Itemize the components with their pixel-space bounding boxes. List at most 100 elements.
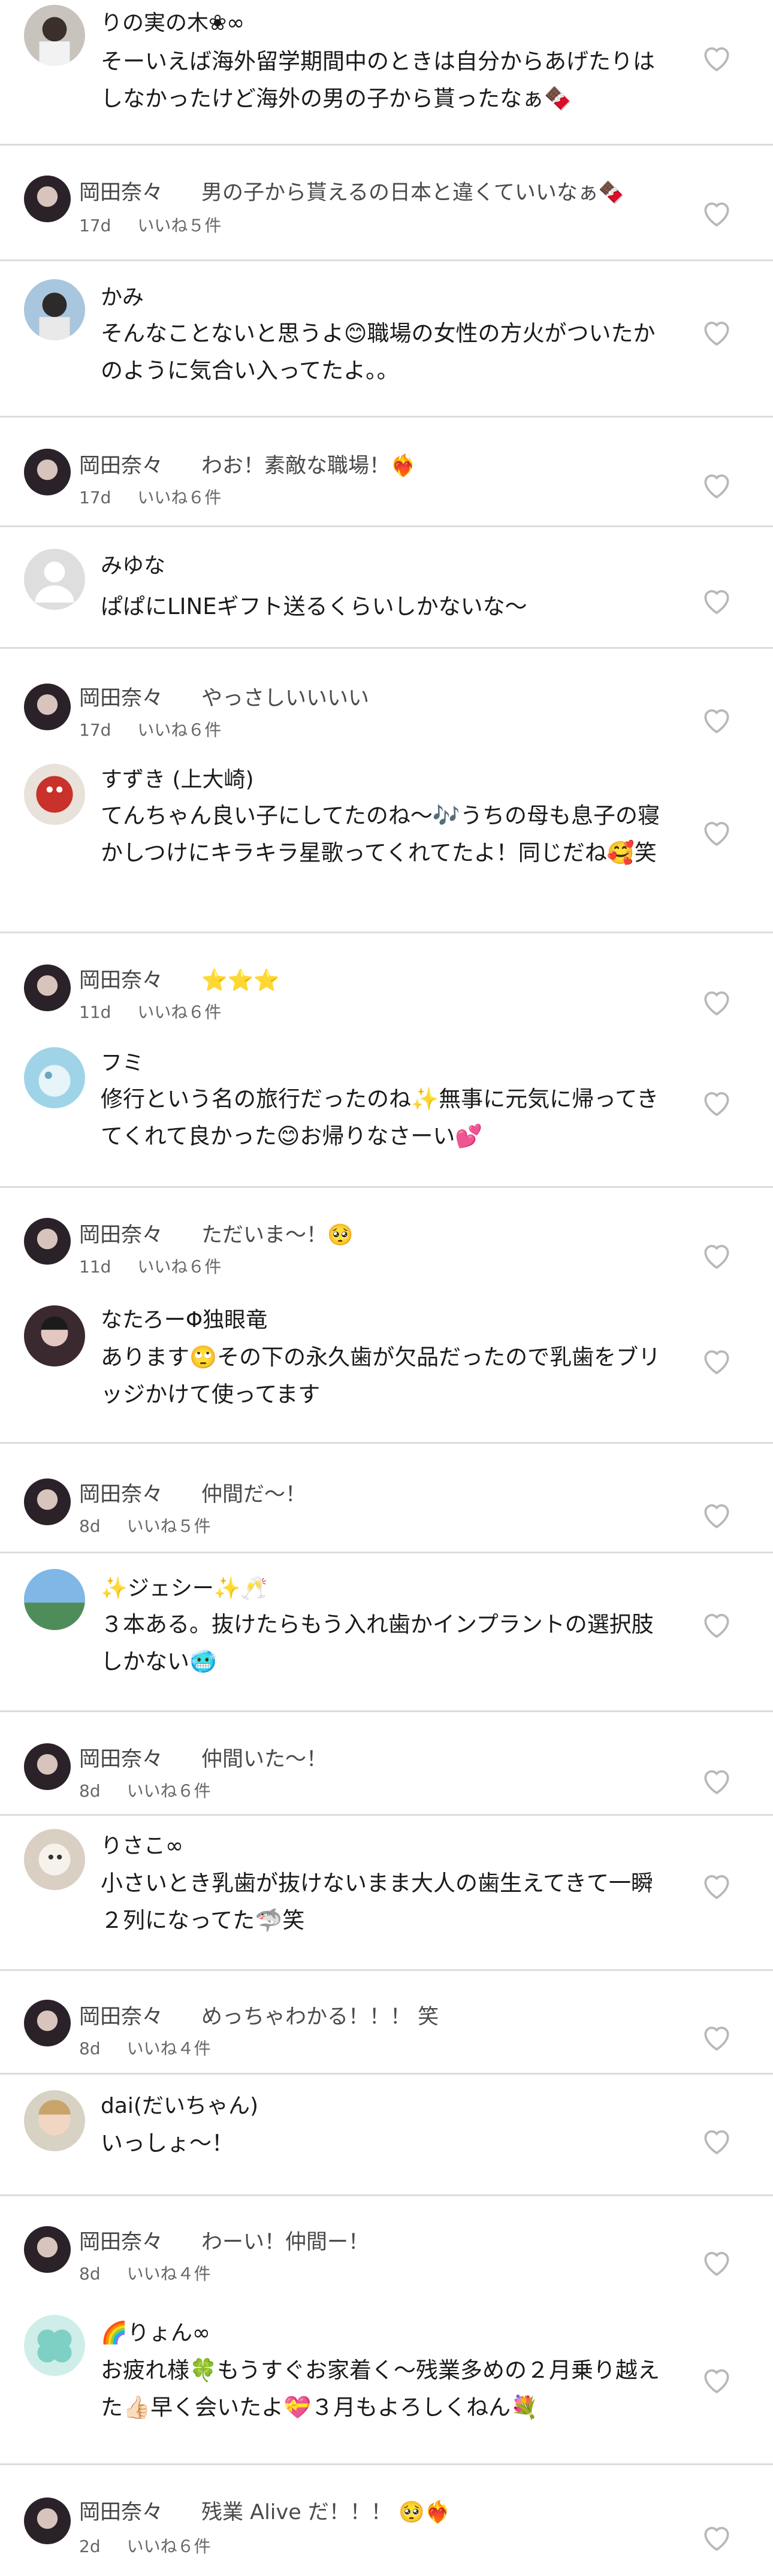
reply-name[interactable]: 岡田奈々 xyxy=(79,967,163,994)
likes-count[interactable]: いいね５件 xyxy=(137,216,221,235)
reply-name[interactable]: 岡田奈々 xyxy=(79,2229,163,2256)
heart-outline-icon[interactable] xyxy=(700,2125,733,2156)
heart-outline-icon[interactable] xyxy=(700,1087,733,1118)
heart-outline-icon[interactable] xyxy=(700,1870,733,1901)
reply-text: 仲間いた～！ xyxy=(201,1747,328,1771)
comment-item: みゆな ぱぱにLINEギフト送るくらいしかないな～ xyxy=(0,527,773,647)
heart-outline-icon[interactable] xyxy=(700,817,733,848)
reply-name[interactable]: 岡田奈々 xyxy=(79,2499,163,2526)
timestamp: 17d xyxy=(79,720,111,740)
reply-item: 岡田奈々 わーい！仲間ー！ 8d いいね４件 xyxy=(0,2196,773,2298)
comment-text: 修行という名の旅行だったのね✨無事に元気に帰ってきてくれて良かった😊お帰りなさー… xyxy=(101,1086,659,1149)
avatar[interactable] xyxy=(24,1047,85,1108)
heart-outline-icon[interactable] xyxy=(700,1499,733,1530)
reply-name[interactable]: 岡田奈々 xyxy=(79,1222,163,1249)
reply-item: 岡田奈々 残業 Alive だ！！！ 🥺❤️‍🔥 2d いいね６件 xyxy=(0,2465,773,2576)
likes-count[interactable]: いいね６件 xyxy=(137,720,221,740)
comment-text: そーいえば海外留学期間中のときは自分からあげたりはしなかったけど海外の男の子から… xyxy=(101,49,655,111)
reply-text: わーい！仲間ー！ xyxy=(201,2230,370,2254)
comment-item: りさこ∞ 小さいとき乳歯が抜けないまま大人の歯生えてきて一瞬２列になってた🦈笑 xyxy=(0,1816,773,1969)
comment-text: お疲れ様🍀もうすぐお家着く～残業多めの２月乗り越えた👍🏻早く会いたよ💝３月もよろ… xyxy=(101,2357,660,2420)
commenter-name[interactable]: ✨ジェシー✨🥂 xyxy=(101,1575,267,1603)
timestamp: 11d xyxy=(79,1257,111,1277)
commenter-name[interactable]: フミ xyxy=(101,1050,144,1077)
likes-count[interactable]: いいね６件 xyxy=(127,1781,211,1801)
avatar[interactable] xyxy=(24,2226,71,2273)
heart-outline-icon[interactable] xyxy=(700,1609,733,1640)
comment-item: ✨ジェシー✨🥂 ３本ある。抜けたらもう入れ歯かインプラントの選択肢しかない🥶 xyxy=(0,1553,773,1710)
heart-outline-icon[interactable] xyxy=(700,1765,733,1796)
commenter-name[interactable]: dai(だいちゃん) xyxy=(101,2093,258,2120)
heart-outline-icon[interactable] xyxy=(700,585,733,616)
reply-meta: 8d いいね４件 xyxy=(79,2263,211,2285)
likes-count[interactable]: いいね６件 xyxy=(137,488,221,507)
commenter-name[interactable]: かみ xyxy=(101,284,144,312)
heart-outline-icon[interactable] xyxy=(700,316,733,347)
reply-name[interactable]: 岡田奈々 xyxy=(79,452,163,480)
commenter-name[interactable]: りの実の木❀∞ xyxy=(101,10,244,37)
timestamp: 17d xyxy=(79,216,111,235)
commenter-name[interactable]: りさこ∞ xyxy=(101,1833,183,1860)
heart-outline-icon[interactable] xyxy=(700,469,733,500)
reply-name[interactable]: 岡田奈々 xyxy=(79,2003,163,2031)
comment-text: そんなことないと思うよ😊職場の女性の方火がついたかのように気合い入ってたよ。。 xyxy=(101,321,656,383)
heart-outline-icon[interactable] xyxy=(700,2021,733,2052)
heart-outline-icon[interactable] xyxy=(700,704,733,735)
avatar[interactable] xyxy=(24,1218,71,1265)
avatar[interactable] xyxy=(24,2000,71,2046)
avatar[interactable] xyxy=(24,1569,85,1630)
heart-outline-icon[interactable] xyxy=(700,986,733,1017)
heart-outline-icon[interactable] xyxy=(700,42,733,73)
reply-name[interactable]: 岡田奈々 xyxy=(79,685,163,712)
heart-outline-icon[interactable] xyxy=(700,2364,733,2395)
likes-count[interactable]: いいね６件 xyxy=(137,1257,221,1277)
heart-outline-icon[interactable] xyxy=(700,197,733,228)
heart-outline-icon[interactable] xyxy=(700,2521,733,2553)
timestamp: 8d xyxy=(79,1781,101,1801)
avatar[interactable] xyxy=(24,684,71,730)
avatar[interactable] xyxy=(24,2498,71,2544)
commenter-name[interactable]: みゆな xyxy=(101,552,165,580)
reply-item: 岡田奈々 仲間だ～！ 8d いいね５件 xyxy=(0,1444,773,1552)
avatar[interactable] xyxy=(24,1829,85,1890)
reply-item: 岡田奈々 やっさしいいいい 17d いいね６件 xyxy=(0,649,773,757)
avatar[interactable] xyxy=(24,1305,85,1366)
avatar[interactable] xyxy=(24,1743,71,1790)
avatar[interactable] xyxy=(24,449,71,495)
comment-item: すずき (上大崎) てんちゃん良い子にしてたのね～🎶うちの母も息子の寝かしつけに… xyxy=(0,757,773,932)
comment-feed: りの実の木❀∞ そーいえば海外留学期間中のときは自分からあげたりはしなかったけど… xyxy=(0,0,773,2576)
reply-name[interactable]: 岡田奈々 xyxy=(79,1746,163,1773)
reply-meta: 11d いいね６件 xyxy=(79,1002,221,1023)
reply-item: 岡田奈々 ⭐⭐⭐ 11d いいね６件 xyxy=(0,933,773,1035)
comment-item: フミ 修行という名の旅行だったのね✨無事に元気に帰ってきてくれて良かった😊お帰り… xyxy=(0,1035,773,1186)
avatar[interactable] xyxy=(24,965,71,1011)
commenter-name[interactable]: なたろーΦ独眼竜 xyxy=(101,1307,267,1334)
avatar[interactable] xyxy=(24,2090,85,2151)
avatar[interactable] xyxy=(24,5,85,66)
reply-meta: 2d いいね６件 xyxy=(79,2536,211,2557)
avatar[interactable] xyxy=(24,176,71,222)
likes-count[interactable]: いいね６件 xyxy=(127,2536,211,2556)
avatar[interactable] xyxy=(24,549,85,610)
commenter-name[interactable]: 🌈りょん∞ xyxy=(101,2320,210,2347)
avatar[interactable] xyxy=(24,764,85,825)
heart-outline-icon[interactable] xyxy=(700,1345,733,1376)
reply-name[interactable]: 岡田奈々 xyxy=(79,1481,163,1508)
reply-meta: 8d いいね４件 xyxy=(79,2038,211,2060)
heart-outline-icon[interactable] xyxy=(700,2247,733,2278)
reply-name[interactable]: 岡田奈々 xyxy=(79,179,163,207)
likes-count[interactable]: いいね６件 xyxy=(137,1002,221,1022)
likes-count[interactable]: いいね４件 xyxy=(127,2039,211,2058)
timestamp: 17d xyxy=(79,488,111,507)
likes-count[interactable]: いいね５件 xyxy=(127,1516,211,1536)
comment-item: 🌈りょん∞ お疲れ様🍀もうすぐお家着く～残業多めの２月乗り越えた👍🏻早く会いたよ… xyxy=(0,2298,773,2463)
avatar[interactable] xyxy=(24,279,85,340)
commenter-name[interactable]: すずき (上大崎) xyxy=(101,766,254,794)
likes-count[interactable]: いいね４件 xyxy=(127,2264,211,2284)
reply-text: 仲間だ～！ xyxy=(201,1483,307,1507)
reply-meta: 8d いいね５件 xyxy=(79,1516,211,1537)
avatar[interactable] xyxy=(24,2315,85,2376)
reply-item: 岡田奈々 仲間いた～！ 8d いいね６件 xyxy=(0,1712,773,1814)
heart-outline-icon[interactable] xyxy=(700,1239,733,1271)
avatar[interactable] xyxy=(24,1479,71,1525)
